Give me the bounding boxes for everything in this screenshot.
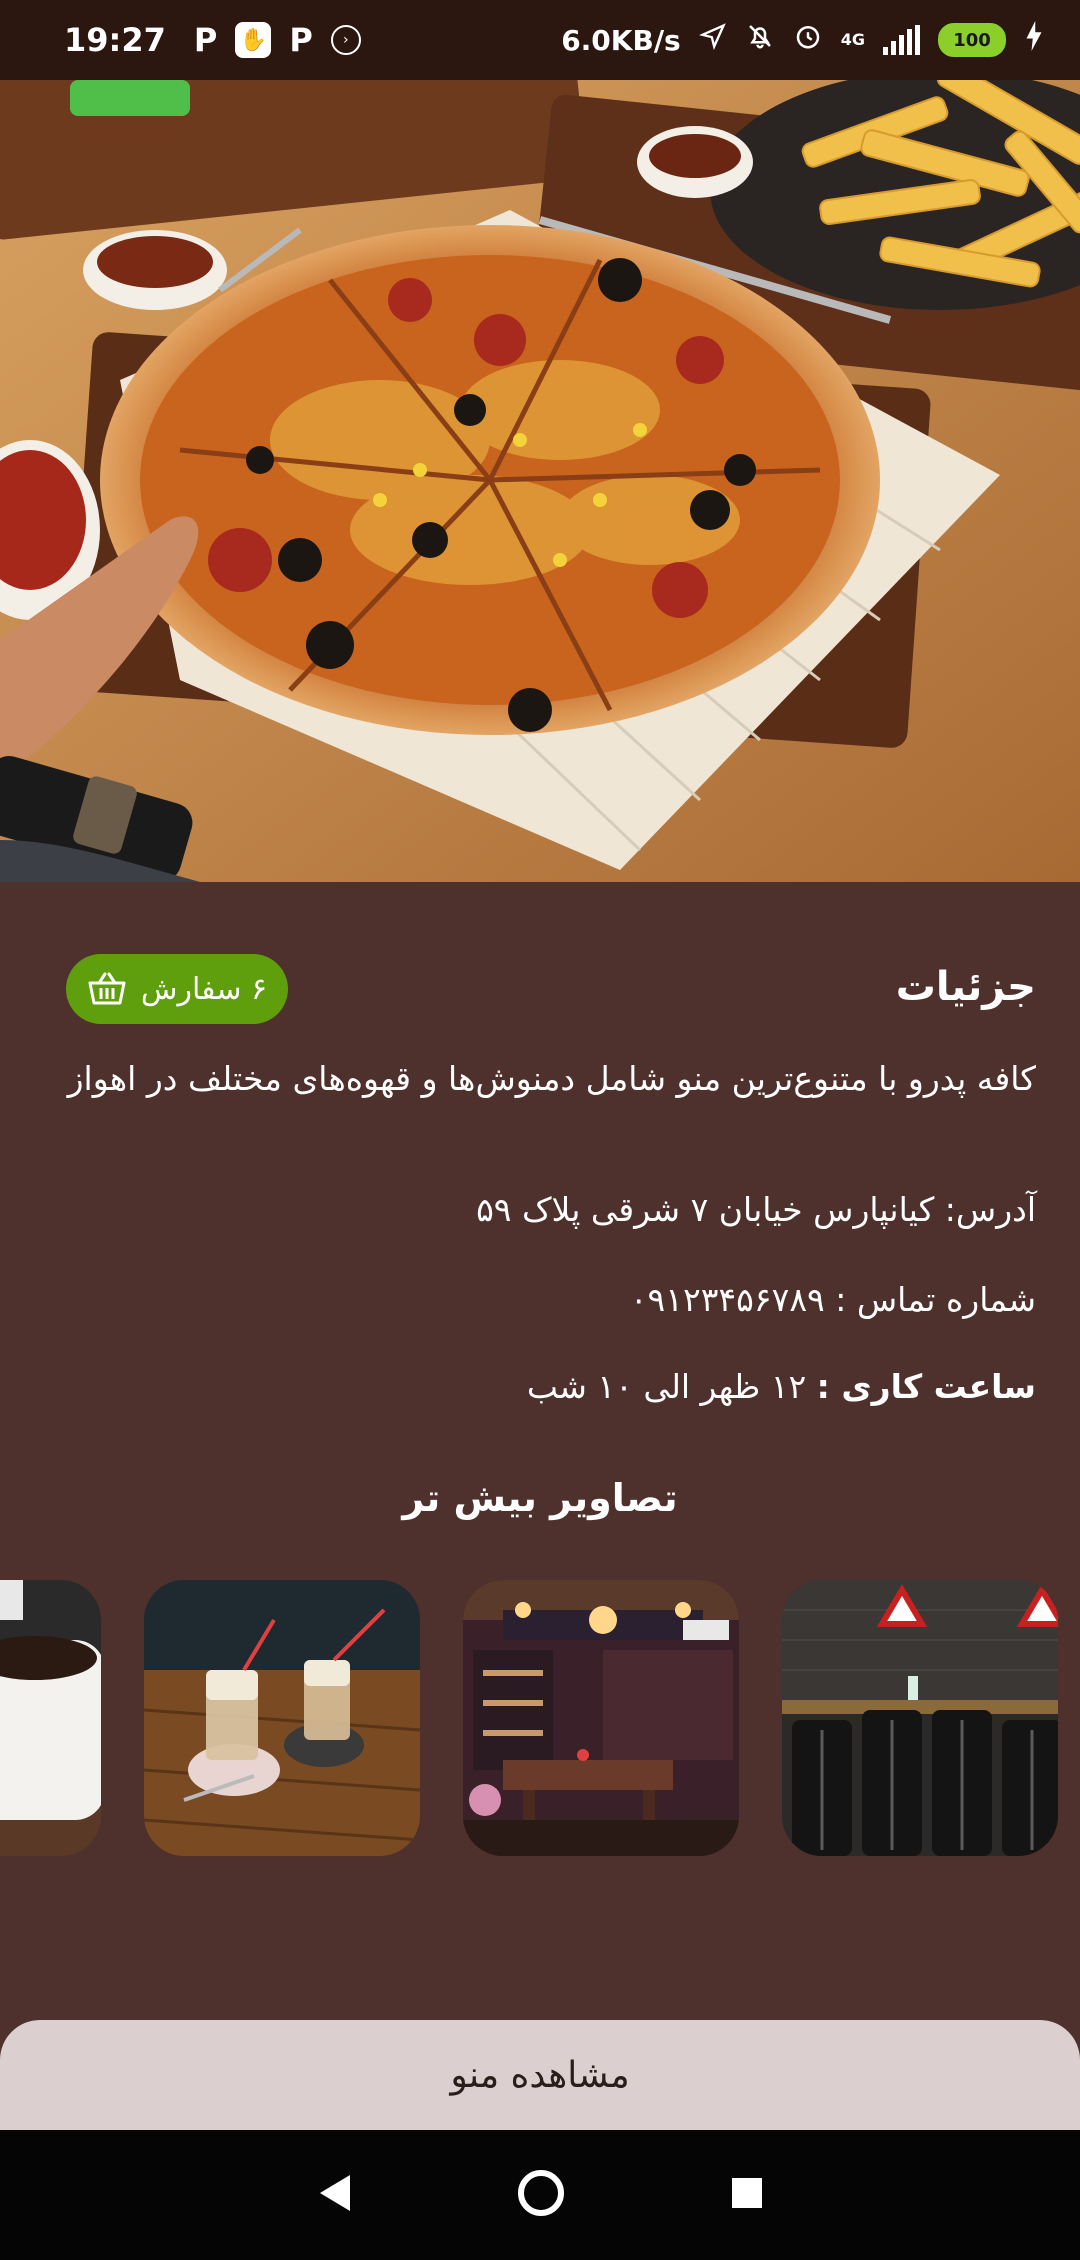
navigation-bar [0,2130,1080,2260]
terminal-icon: › [330,25,361,55]
gallery-image-cafe-interior[interactable] [463,1580,739,1856]
network-speed: 6.0KB/s [561,23,681,57]
image-gallery[interactable]: COFF [0,1580,1080,1856]
view-menu-button[interactable]: مشاهده منو [0,2020,1080,2130]
home-icon[interactable] [514,2166,568,2224]
order-count-button[interactable]: ۶ سفارش [66,954,288,1024]
signal-icon [883,25,920,55]
status-right: 6.0KB/s 4G 100 [561,21,1044,59]
gallery-image-coffee-mug[interactable]: COFF [0,1580,101,1856]
hours-value: ۱۲ ظهر الی ۱۰ شب [526,1367,807,1406]
cafe-address: آدرس: کیانپارس خیابان ۷ شرقی پلاک ۵۹ [476,1190,1036,1229]
status-time: 19:27 [64,21,166,59]
back-icon[interactable] [314,2171,354,2219]
charging-icon [1024,21,1044,59]
order-count-label: ۶ سفارش [140,971,268,1007]
more-images-title: تصاویر بیش تر [402,1476,678,1520]
cafe-phone: شماره تماس : ۰۹۱۲۳۴۵۶۷۸۹ [629,1280,1036,1319]
hours-label: ساعت کاری : [816,1367,1036,1406]
app-notification-icon-2: P [289,21,313,59]
details-title: جزئیات [895,964,1036,1010]
network-type: 4G [840,30,865,49]
cafe-description: کافه پدرو با متنوع‌ترین منو شامل دمنوش‌ه… [67,1059,1036,1098]
hero-image [0,80,1080,882]
status-left: 19:27 P ✋ P › [64,21,361,59]
gallery-image-iced-coffee[interactable] [144,1580,420,1856]
battery-icon: 100 [938,23,1006,57]
recents-icon[interactable] [728,2174,766,2216]
app-badge-icon: ✋ [235,22,272,58]
view-menu-label: مشاهده منو [450,2054,630,2096]
basket-icon [87,971,127,1007]
gallery-image-cafe-chairs[interactable] [782,1580,1058,1856]
location-arrow-icon [698,22,727,58]
cafe-hours: ساعت کاری : ۱۲ ظهر الی ۱۰ شب [527,1367,1036,1406]
status-bar: 19:27 P ✋ P › 6.0KB/s 4G 100 [0,0,1080,80]
app-notification-icon: P [193,21,218,59]
alarm-icon [793,21,823,59]
bell-off-icon [745,21,775,59]
